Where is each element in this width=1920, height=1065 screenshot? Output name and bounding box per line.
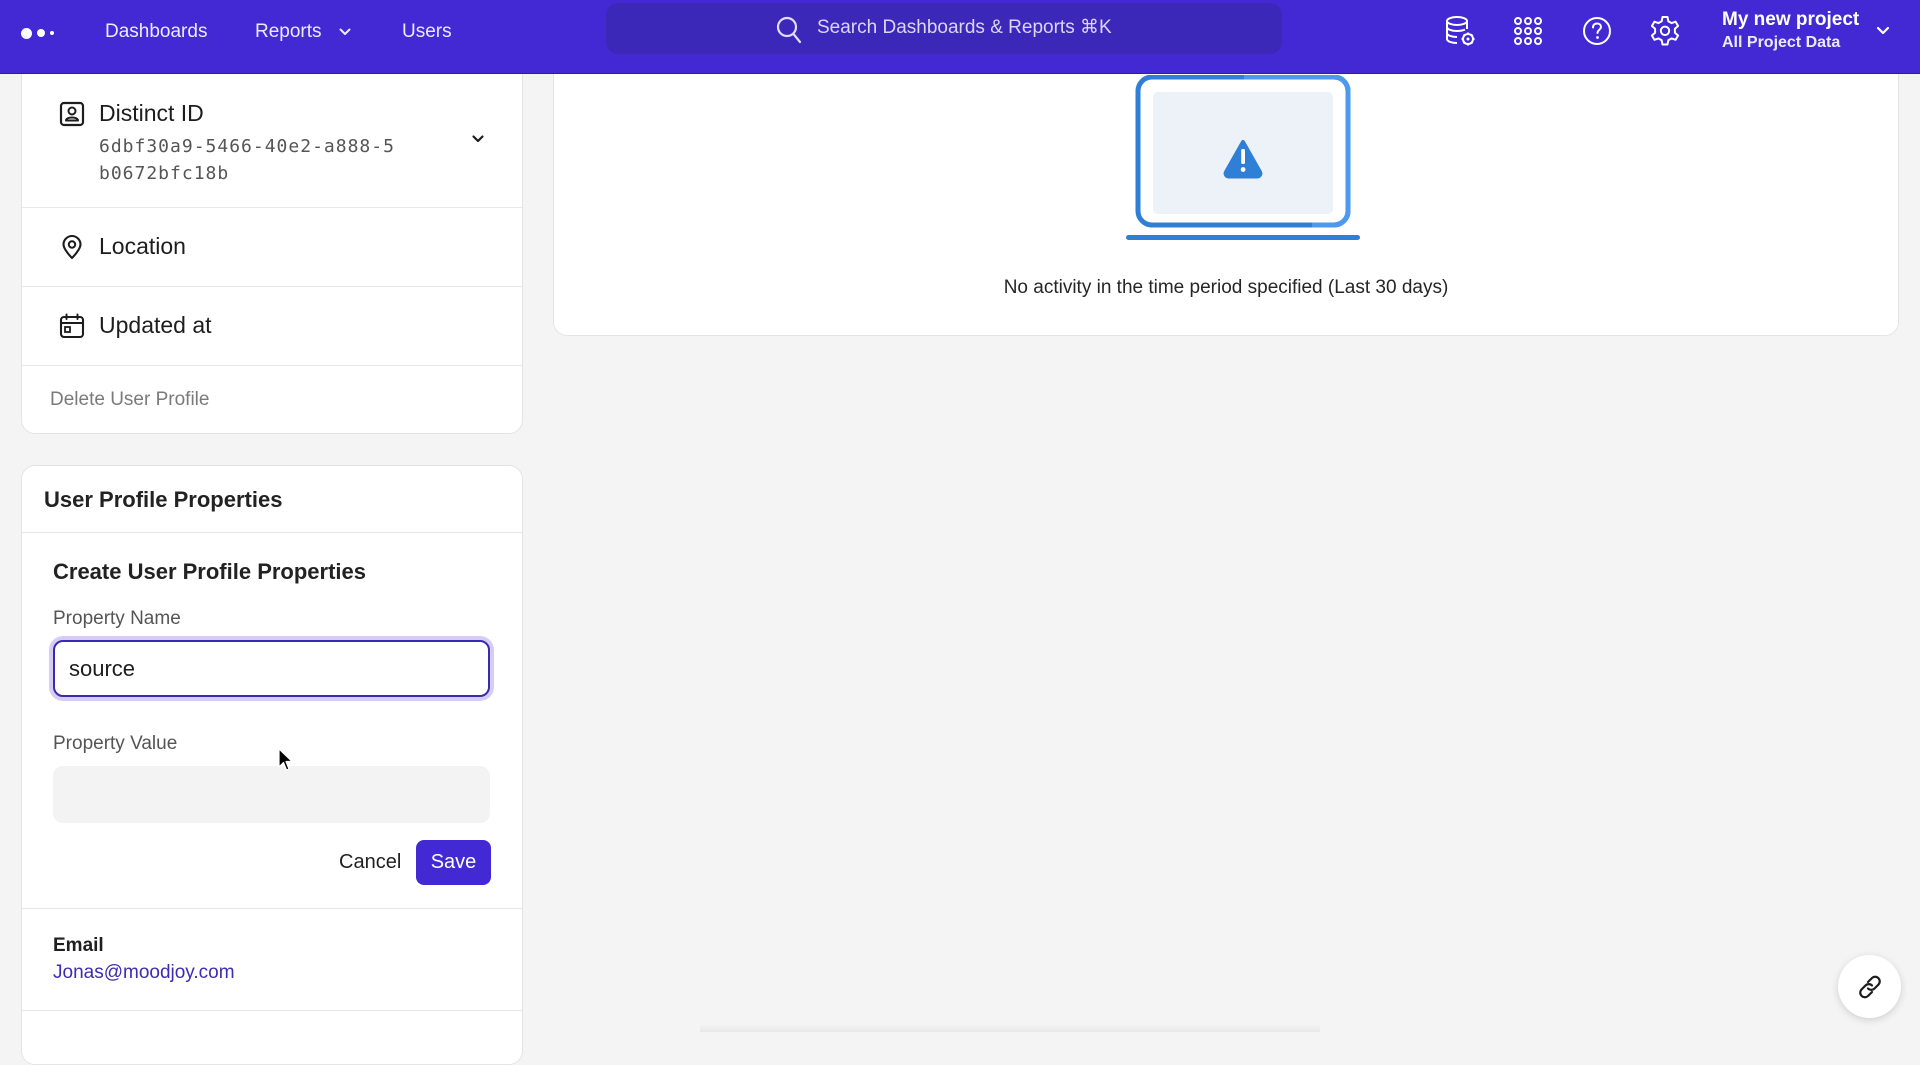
chevron-down-icon[interactable] (471, 134, 485, 144)
location-row: Location (22, 208, 522, 287)
email-label: Email (53, 935, 104, 956)
search-placeholder: Search Dashboards & Reports ⌘K (817, 17, 1112, 38)
divider (22, 1010, 522, 1011)
properties-title: User Profile Properties (44, 487, 283, 512)
property-value-input[interactable] (53, 766, 490, 823)
properties-header: User Profile Properties (22, 466, 522, 533)
updated-at-label: Updated at (99, 312, 212, 338)
top-navigation-bar: Dashboards Reports Users Search Dashboar… (0, 0, 1920, 74)
project-scope: All Project Data (1722, 34, 1841, 51)
apps-grid-icon[interactable] (1511, 14, 1545, 48)
link-icon (1858, 975, 1881, 998)
app-logo[interactable] (21, 26, 55, 40)
distinct-id-row: Distinct ID 6dbf30a9-5466-40e2-a888-5b06… (22, 75, 522, 208)
search-input[interactable]: Search Dashboards & Reports ⌘K (606, 3, 1282, 54)
delete-row: Delete User Profile (22, 366, 522, 434)
activity-card: No activity in the time period specified… (553, 40, 1899, 336)
calendar-icon (59, 313, 85, 339)
nav-reports-label: Reports (255, 21, 322, 42)
chevron-down-icon[interactable] (1876, 26, 1890, 36)
email-value[interactable]: Jonas@moodjoy.com (53, 962, 235, 984)
laptop-warning-icon (1126, 75, 1360, 240)
create-properties-title: Create User Profile Properties (53, 559, 367, 584)
database-settings-icon[interactable] (1443, 14, 1477, 48)
nav-users-label: Users (402, 21, 452, 42)
project-selector[interactable]: My new project All Project Data (1722, 9, 1859, 52)
updated-at-row: Updated at (22, 287, 522, 366)
logo-dot (21, 27, 32, 39)
logo-dot (37, 29, 45, 37)
logo-dot (50, 31, 54, 35)
copy-link-button[interactable] (1838, 955, 1901, 1018)
no-activity-message: No activity in the time period specified… (1003, 277, 1449, 298)
profile-info-card: Distinct ID 6dbf30a9-5466-40e2-a888-5b06… (21, 40, 523, 434)
project-name: My new project (1722, 9, 1860, 30)
nav-dashboards[interactable]: Dashboards (105, 19, 207, 45)
save-button[interactable]: Save (416, 840, 491, 885)
distinct-id-label: Distinct ID (99, 100, 204, 126)
divider (22, 908, 522, 909)
location-pin-icon (62, 234, 82, 260)
nav-users[interactable]: Users (402, 19, 452, 45)
nav-reports[interactable]: Reports (255, 19, 351, 45)
chevron-down-icon (339, 28, 351, 35)
property-name-label: Property Name (53, 608, 181, 629)
property-name-input[interactable] (53, 640, 490, 697)
user-profile-properties-card: User Profile Properties Create User Prof… (21, 465, 523, 1065)
location-label: Location (99, 233, 186, 259)
bottom-toast-shadow (700, 1024, 1320, 1032)
distinct-id-value: 6dbf30a9-5466-40e2-a888-5b0672bfc18b (99, 136, 395, 184)
search-icon (776, 16, 802, 44)
cancel-button[interactable]: Cancel (319, 840, 421, 885)
help-icon[interactable] (1580, 14, 1614, 48)
property-value-label: Property Value (53, 733, 178, 754)
delete-user-profile-link[interactable]: Delete User Profile (50, 389, 209, 411)
user-badge-icon (59, 101, 85, 127)
nav-dashboards-label: Dashboards (105, 21, 208, 42)
gear-icon[interactable] (1648, 14, 1682, 48)
